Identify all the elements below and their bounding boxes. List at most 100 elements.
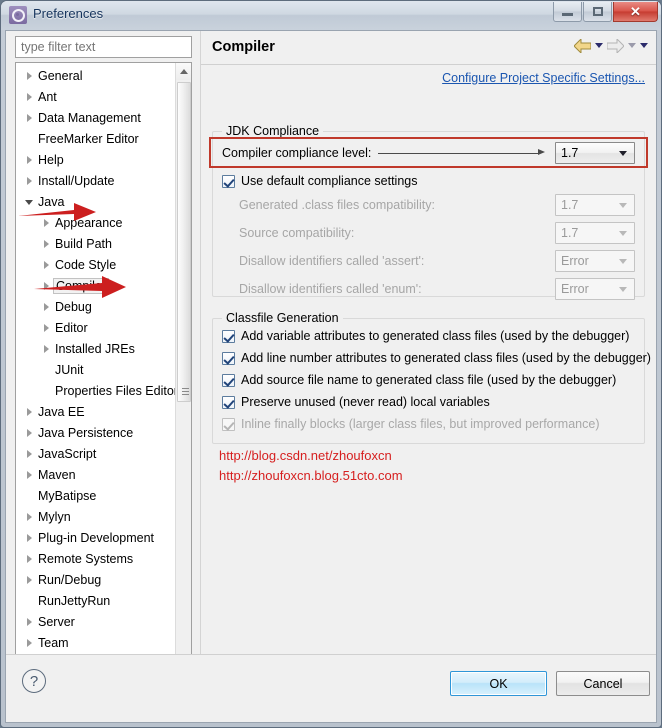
back-dropdown-icon[interactable]: [595, 43, 603, 48]
twisty-collapsed-icon[interactable]: [39, 302, 53, 311]
sidebar-item-label: Maven: [38, 467, 76, 482]
maximize-button[interactable]: [583, 2, 612, 22]
chevron-up-icon: [180, 69, 188, 74]
sidebar-item-code-style[interactable]: Code Style: [16, 254, 175, 275]
configure-project-specific-settings-link[interactable]: Configure Project Specific Settings...: [442, 71, 645, 85]
twisty-collapsed-icon[interactable]: [39, 323, 53, 332]
twisty-collapsed-icon[interactable]: [22, 407, 36, 416]
sidebar-item-general[interactable]: General: [16, 65, 175, 86]
sidebar-item-properties-files-editor[interactable]: Properties Files Editor: [16, 380, 175, 401]
twisty-collapsed-icon[interactable]: [22, 449, 36, 458]
help-button[interactable]: ?: [22, 669, 46, 693]
twisty-collapsed-icon[interactable]: [22, 113, 36, 122]
classfile-checkbox-4: Inline finally blocks (larger class file…: [222, 413, 635, 435]
twisty-collapsed-icon[interactable]: [39, 281, 53, 290]
sidebar-item-mybatipse[interactable]: MyBatipse: [16, 485, 175, 506]
classfile-checkbox-label: Add variable attributes to generated cla…: [241, 329, 630, 343]
vertical-scroll-thumb[interactable]: [177, 82, 191, 402]
checkbox-icon: [222, 351, 235, 365]
twisty-collapsed-icon[interactable]: [22, 533, 36, 542]
chevron-down-icon: [619, 150, 627, 156]
page-title: Compiler: [212, 39, 275, 55]
twisty-collapsed-icon[interactable]: [22, 176, 36, 185]
sidebar-item-team[interactable]: Team: [16, 632, 175, 653]
sidebar-item-freemarker-editor[interactable]: FreeMarker Editor: [16, 128, 175, 149]
twisty-collapsed-icon[interactable]: [22, 71, 36, 80]
window-title: Preferences: [33, 6, 104, 21]
twisty-collapsed-icon[interactable]: [22, 155, 36, 164]
sidebar-item-compiler[interactable]: Compiler: [16, 275, 175, 296]
jdk-row-3: Disallow identifiers called 'enum': Error: [213, 276, 644, 302]
classfile-checkbox-1[interactable]: Add line number attributes to generated …: [222, 347, 651, 369]
twisty-collapsed-icon[interactable]: [39, 218, 53, 227]
sidebar-item-label: Build Path: [55, 236, 112, 251]
cancel-button[interactable]: Cancel: [556, 671, 650, 696]
sidebar-item-java-persistence[interactable]: Java Persistence: [16, 422, 175, 443]
twisty-collapsed-icon[interactable]: [22, 554, 36, 563]
sidebar-item-javascript[interactable]: JavaScript: [16, 443, 175, 464]
classfile-checkbox-label: Preserve unused (never read) local varia…: [241, 395, 490, 409]
jdk-row-select: 1.7: [555, 222, 635, 244]
twisty-collapsed-icon[interactable]: [22, 617, 36, 626]
classfile-checkbox-label: Add source file name to generated class …: [241, 373, 617, 387]
view-menu-icon[interactable]: [640, 43, 648, 48]
jdk-row-select: Error: [555, 278, 635, 300]
classfile-checkbox-label: Inline finally blocks (larger class file…: [241, 417, 600, 431]
sidebar-item-editor[interactable]: Editor: [16, 317, 175, 338]
sidebar-item-data-management[interactable]: Data Management: [16, 107, 175, 128]
sidebar-item-debug[interactable]: Debug: [16, 296, 175, 317]
chevron-down-icon: [619, 286, 627, 292]
content-header: Compiler: [201, 31, 656, 65]
twisty-collapsed-icon[interactable]: [22, 470, 36, 479]
twisty-collapsed-icon[interactable]: [22, 638, 36, 647]
twisty-expanded-icon[interactable]: [22, 198, 36, 205]
jdk-row-label: Source compatibility:: [239, 226, 355, 240]
sidebar-item-runjettyrun[interactable]: RunJettyRun: [16, 590, 175, 611]
sidebar-item-build-path[interactable]: Build Path: [16, 233, 175, 254]
compiler-compliance-level-select[interactable]: 1.7: [555, 142, 635, 164]
sidebar-item-appearance[interactable]: Appearance: [16, 212, 175, 233]
twisty-collapsed-icon[interactable]: [39, 260, 53, 269]
ok-button[interactable]: OK: [450, 671, 547, 696]
sidebar-item-label: Editor: [55, 320, 88, 335]
twisty-collapsed-icon[interactable]: [39, 239, 53, 248]
sidebar-item-install-update[interactable]: Install/Update: [16, 170, 175, 191]
compiler-settings-panel: Compiler Configure Project Specific Sett…: [200, 31, 656, 692]
classfile-checkbox-2[interactable]: Add source file name to generated class …: [222, 369, 635, 391]
sidebar-item-help[interactable]: Help: [16, 149, 175, 170]
minimize-button[interactable]: [553, 2, 582, 22]
sidebar-item-run-debug[interactable]: Run/Debug: [16, 569, 175, 590]
sidebar-item-installed-jres[interactable]: Installed JREs: [16, 338, 175, 359]
sidebar-item-ant[interactable]: Ant: [16, 86, 175, 107]
classfile-checkbox-0[interactable]: Add variable attributes to generated cla…: [222, 325, 635, 347]
tree-vertical-scrollbar[interactable]: [175, 63, 191, 672]
use-default-compliance-checkbox[interactable]: Use default compliance settings: [222, 170, 635, 192]
dialog-footer: ? OK Cancel: [6, 655, 656, 722]
sidebar-item-maven[interactable]: Maven: [16, 464, 175, 485]
sidebar-item-plug-in-development[interactable]: Plug-in Development: [16, 527, 175, 548]
twisty-collapsed-icon[interactable]: [22, 428, 36, 437]
navigation-arrows: [574, 39, 648, 53]
twisty-collapsed-icon[interactable]: [22, 92, 36, 101]
sidebar-item-junit[interactable]: JUnit: [16, 359, 175, 380]
twisty-collapsed-icon[interactable]: [22, 575, 36, 584]
close-button[interactable]: ✕: [613, 2, 658, 22]
classfile-checkbox-3[interactable]: Preserve unused (never read) local varia…: [222, 391, 635, 413]
sidebar-item-java-ee[interactable]: Java EE: [16, 401, 175, 422]
sidebar-item-server[interactable]: Server: [16, 611, 175, 632]
scroll-up-button[interactable]: [176, 63, 191, 80]
sidebar-item-java[interactable]: Java: [16, 191, 175, 212]
twisty-collapsed-icon[interactable]: [39, 344, 53, 353]
checkbox-icon: [222, 329, 235, 343]
twisty-collapsed-icon[interactable]: [22, 512, 36, 521]
sidebar-item-mylyn[interactable]: Mylyn: [16, 506, 175, 527]
sidebar-item-label: Help: [38, 152, 64, 167]
grip-icon: [182, 388, 189, 395]
jdk-row-label: Disallow identifiers called 'assert':: [239, 254, 425, 268]
sidebar-item-label: Install/Update: [38, 173, 115, 188]
sidebar-item-label: RunJettyRun: [38, 593, 111, 608]
sidebar-item-label: Team: [38, 635, 69, 650]
back-arrow-icon[interactable]: [574, 39, 591, 53]
sidebar-item-remote-systems[interactable]: Remote Systems: [16, 548, 175, 569]
search-input[interactable]: [15, 36, 192, 58]
